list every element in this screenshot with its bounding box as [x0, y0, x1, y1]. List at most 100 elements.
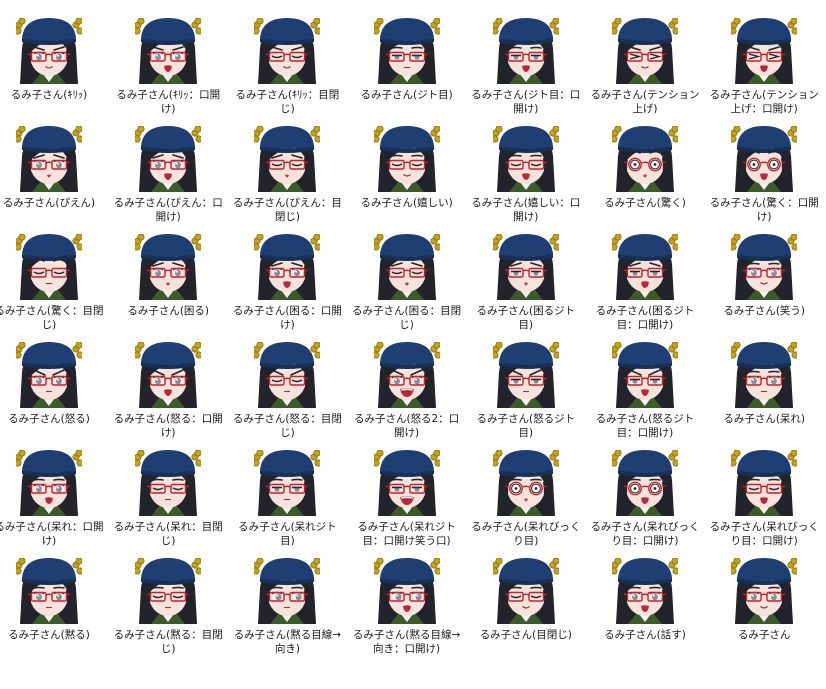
file-thumbnail[interactable] [135, 450, 202, 516]
file-thumbnail[interactable] [373, 558, 440, 624]
ribbon-flower [552, 558, 559, 565]
file-thumbnail[interactable] [731, 18, 798, 84]
character-portrait-image [16, 126, 82, 192]
file-thumbnail[interactable] [612, 126, 678, 192]
file-thumbnail[interactable] [373, 234, 440, 300]
file-thumbnail[interactable] [492, 558, 559, 624]
file-name-label: るみ子さん(怒る2：口開け) [353, 413, 460, 439]
file-thumbnail[interactable] [135, 234, 202, 300]
ribbon-flower [612, 567, 618, 575]
ribbon-flower [731, 351, 737, 359]
file-thumbnail[interactable] [135, 18, 202, 84]
ribbon-flower [733, 18, 741, 25]
file-thumbnail[interactable] [612, 342, 678, 408]
file-thumbnail[interactable] [16, 18, 82, 84]
brow-right [529, 46, 542, 49]
hat [260, 234, 315, 257]
file-name-label: るみ子さん(黙る) [8, 629, 90, 641]
file-thumbnail[interactable] [135, 126, 202, 192]
ribbon-flower [733, 126, 741, 133]
file-thumbnail[interactable] [612, 558, 678, 624]
file-thumbnail[interactable] [373, 126, 440, 192]
file-thumbnail[interactable] [254, 234, 321, 300]
file-thumbnail[interactable] [373, 450, 440, 516]
file-thumbnail[interactable] [16, 342, 82, 408]
file-thumbnail[interactable] [16, 558, 82, 624]
file-thumbnail[interactable] [254, 342, 321, 408]
character-portrait-image [254, 234, 321, 300]
hat [260, 126, 315, 149]
ribbon-flower [376, 126, 384, 133]
file-name-label: るみ子さん(ジト目：口開け) [471, 89, 581, 115]
ribbon-flower [135, 351, 141, 359]
file-name-label: るみ子さん(呆れ) [723, 413, 806, 425]
file-thumbnail[interactable] [254, 450, 321, 516]
file-thumbnail[interactable] [492, 18, 559, 84]
ribbon-flower [614, 450, 622, 457]
hat [498, 342, 553, 365]
ribbon-flower [76, 27, 82, 35]
hat [737, 126, 792, 149]
ribbon-flower [16, 27, 22, 35]
file-name-label: るみ子さん(呆れ：口開け) [0, 521, 104, 547]
brow-left [390, 586, 403, 589]
file-thumbnail[interactable] [16, 234, 82, 300]
file-name-label: るみ子さん(ぴえん：目閉じ) [232, 197, 342, 223]
file-thumbnail[interactable] [731, 450, 798, 516]
hat [618, 342, 672, 365]
file-thumbnail[interactable] [731, 234, 798, 300]
brow-right [53, 586, 65, 589]
ribbon-flower [614, 126, 622, 133]
ribbon-flower [137, 18, 145, 25]
file-name-label: るみ子さん(困るジト目：口開け) [595, 305, 695, 331]
file-thumbnail[interactable] [373, 342, 440, 408]
hat [379, 450, 434, 473]
file-thumbnail[interactable] [731, 126, 798, 192]
hat [498, 450, 553, 473]
file-thumbnail[interactable] [492, 234, 559, 300]
hat [141, 18, 196, 41]
file-name-label: るみ子さん(驚く：目閉じ) [0, 305, 104, 331]
file-grid: るみ子さん(ｷﾘｯ) るみ子さん(ｷﾘｯ：口開け) るみ子さん(ｷﾘｯ：目閉じ) るみ… [0, 0, 826, 689]
file-thumbnail[interactable] [16, 450, 82, 516]
ribbon-flower [313, 234, 321, 241]
file-name-label: るみ子さん(黙る目線→向き) [233, 629, 342, 655]
character-portrait-image [492, 126, 559, 192]
ribbon-flower [671, 450, 678, 457]
file-thumbnail[interactable] [612, 18, 678, 84]
hat [737, 342, 792, 365]
ribbon-flower [76, 351, 82, 359]
character-portrait-image [135, 126, 202, 192]
brow-left [152, 586, 164, 589]
file-thumbnail[interactable] [492, 342, 559, 408]
hat [737, 234, 792, 257]
file-thumbnail[interactable] [731, 558, 798, 624]
character-portrait-image [135, 342, 202, 408]
ribbon-flower [672, 27, 678, 35]
file-thumbnail[interactable] [135, 558, 202, 624]
file-name-label: るみ子さん(困るジト目) [476, 305, 576, 331]
ribbon-flower [137, 342, 145, 349]
character-portrait-image [135, 18, 202, 84]
brow-right [291, 478, 304, 481]
ribbon-flower [256, 18, 264, 25]
file-name-label: るみ子さん(怒るジト目：口開け) [595, 413, 695, 439]
file-thumbnail[interactable] [373, 18, 440, 84]
ribbon-flower [194, 342, 202, 349]
file-thumbnail[interactable] [254, 126, 321, 192]
brow-right [649, 586, 661, 589]
file-thumbnail[interactable] [612, 450, 678, 516]
file-thumbnail[interactable] [135, 342, 202, 408]
file-thumbnail[interactable] [492, 450, 559, 516]
ribbon-flower [553, 459, 559, 467]
file-thumbnail[interactable] [254, 558, 321, 624]
file-name-label: るみ子さん(ジト目) [360, 89, 453, 101]
file-thumbnail[interactable] [16, 126, 82, 192]
file-thumbnail[interactable] [254, 18, 321, 84]
hat [737, 558, 792, 581]
file-thumbnail[interactable] [612, 234, 678, 300]
hat [498, 18, 553, 41]
hat [618, 18, 672, 41]
file-thumbnail[interactable] [492, 126, 559, 192]
file-thumbnail[interactable] [731, 342, 798, 408]
